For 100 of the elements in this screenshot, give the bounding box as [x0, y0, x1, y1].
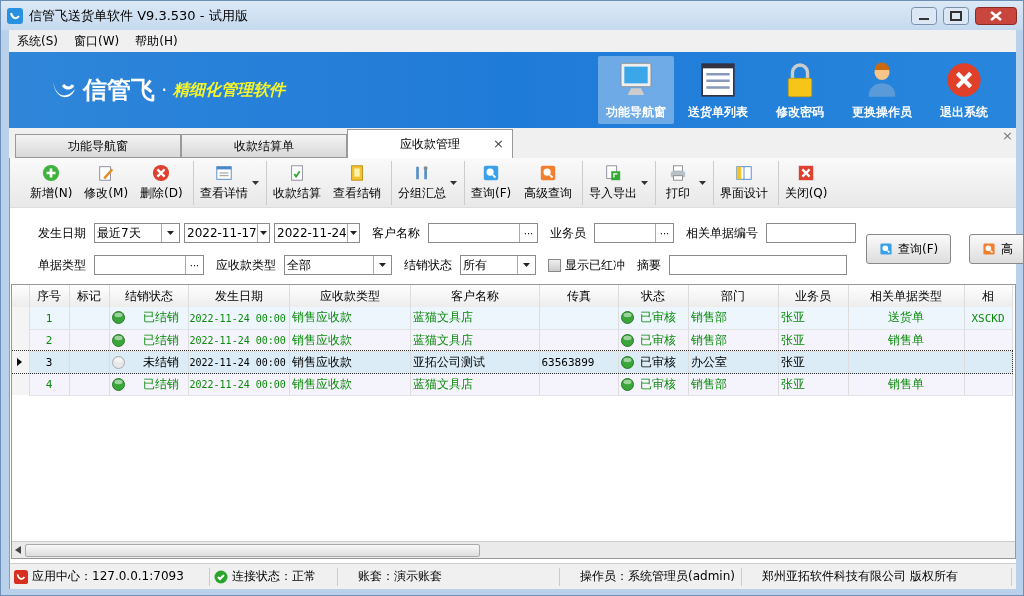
- picker-field[interactable]: ···: [94, 255, 204, 275]
- table-cell: 销售单: [888, 376, 924, 391]
- menu-item[interactable]: 系统(S): [17, 32, 58, 50]
- minimize-button[interactable]: [911, 6, 937, 25]
- column-header[interactable]: 传真: [539, 285, 618, 307]
- table-cell: 送货单: [888, 310, 924, 325]
- caret-icon: [251, 180, 259, 185]
- window-title: 信管飞送货单软件 V9.3.530 - 试用版: [29, 6, 249, 25]
- filter-label: 业务员: [550, 224, 586, 242]
- nav-button[interactable]: 退出系统: [926, 56, 1002, 124]
- status-dot-icon: [620, 333, 634, 347]
- app-logo-icon: [14, 569, 28, 584]
- table-cell: 4: [45, 378, 53, 391]
- dropdown-field[interactable]: 全部: [284, 255, 392, 275]
- checkbox-label: 显示已红冲: [565, 256, 625, 274]
- table-cell: 已结销: [142, 331, 179, 349]
- nav-button[interactable]: 修改密码: [762, 56, 838, 124]
- table-cell: 销售应收款: [291, 310, 352, 325]
- printer-icon: [669, 163, 688, 182]
- dropdown-field[interactable]: 最近7天: [94, 223, 180, 243]
- scrollbar-thumb[interactable]: [25, 543, 480, 557]
- dropdown-field[interactable]: 2022-11-17: [184, 223, 270, 243]
- caret-icon: [259, 231, 267, 235]
- nav-button[interactable]: 更换操作员: [844, 56, 920, 124]
- toolbar-button[interactable]: 收款结算: [265, 160, 327, 205]
- table-cell: 已审核: [639, 331, 676, 349]
- filter-label: 应收款类型: [216, 256, 276, 274]
- toolbar-button[interactable]: 查询(F): [463, 160, 518, 205]
- column-header[interactable]: 发生日期: [188, 285, 289, 307]
- nav-button[interactable]: 送货单列表: [680, 56, 756, 124]
- column-header[interactable]: 相关单据类型: [848, 285, 964, 307]
- table-cell: 销售应收款: [291, 332, 352, 347]
- table-cell: 未结销: [142, 353, 179, 371]
- picker-field[interactable]: ···: [594, 223, 674, 243]
- dropdown-field[interactable]: 所有: [460, 255, 536, 275]
- column-header[interactable]: 序号: [29, 285, 69, 307]
- toolbar-button[interactable]: 查看详情: [192, 160, 262, 205]
- column-header[interactable]: 标记: [69, 285, 109, 307]
- table-cell: 销售应收款: [291, 354, 352, 369]
- panel-close-button[interactable]: ×: [1002, 128, 1013, 143]
- toolbar-button[interactable]: 高级查询: [517, 160, 578, 205]
- input-field[interactable]: [766, 223, 856, 243]
- tab[interactable]: 应收款管理 ×: [347, 129, 513, 158]
- caret-icon: [167, 231, 174, 235]
- picker-field[interactable]: ···: [428, 223, 538, 243]
- toolbar-button[interactable]: 查看结销: [326, 160, 387, 205]
- table-cell: 办公室: [690, 354, 727, 369]
- column-header[interactable]: 客户名称: [410, 285, 539, 307]
- table-cell: 张亚: [780, 354, 805, 369]
- tab[interactable]: 功能导航窗: [15, 134, 181, 158]
- column-header[interactable]: 部门: [688, 285, 778, 307]
- status-dot-icon: [620, 355, 634, 369]
- filter-label: 相关单据编号: [686, 224, 758, 242]
- status-dot-icon: [620, 311, 634, 325]
- toolbar-button[interactable]: 关闭(Q): [777, 160, 834, 205]
- delete-icon: [152, 163, 171, 182]
- status-text: 连接状态：正常: [232, 568, 316, 585]
- brand-name: 信管飞: [83, 75, 155, 106]
- caret-icon: [523, 263, 530, 267]
- table-cell: 2022-11-24 00:00: [189, 357, 286, 368]
- close-button[interactable]: [975, 6, 1017, 25]
- column-header[interactable]: 相: [964, 285, 1012, 307]
- maximize-button[interactable]: [943, 6, 969, 25]
- table-cell: 已审核: [639, 309, 676, 327]
- toolbar-button[interactable]: 导入导出: [581, 160, 651, 205]
- tab-close-button[interactable]: ×: [493, 136, 504, 151]
- input-field[interactable]: [669, 255, 847, 275]
- status-text: 应用中心：127.0.0.1:7093: [32, 568, 184, 585]
- list-icon: [214, 163, 233, 182]
- toolbar-button[interactable]: 删除(D): [134, 160, 189, 205]
- checkbox[interactable]: [548, 258, 561, 272]
- table-cell: XSCKD: [971, 311, 1005, 325]
- column-header[interactable]: 状态: [618, 285, 688, 307]
- toolbar-button[interactable]: 分组汇总: [390, 160, 460, 205]
- caret-icon: [379, 263, 386, 267]
- edit-icon: [97, 163, 116, 182]
- caret-icon: [640, 180, 648, 185]
- table-cell: 销售应收款: [291, 376, 352, 391]
- menu-item[interactable]: 帮助(H): [135, 32, 178, 50]
- column-header[interactable]: 结销状态: [109, 285, 188, 307]
- close-icon: [797, 163, 816, 182]
- table-cell: 销售部: [690, 376, 727, 391]
- toolbar-button[interactable]: 界面设计: [712, 160, 774, 205]
- table-cell: 63563899: [541, 356, 595, 369]
- status-text: 操作员：系统管理员(admin): [580, 568, 735, 585]
- status-dot-icon: [620, 377, 634, 391]
- column-header[interactable]: 应收款类型: [289, 285, 410, 307]
- toolbar-button[interactable]: 新增(N): [24, 160, 79, 205]
- search-icon: [538, 163, 557, 182]
- tab[interactable]: 收款结算单: [181, 134, 347, 158]
- query-button[interactable]: 高: [969, 234, 1023, 264]
- dropdown-field[interactable]: 2022-11-24: [274, 223, 360, 243]
- toolbar-button[interactable]: 打印: [654, 160, 709, 205]
- menu-item[interactable]: 窗口(W): [74, 32, 120, 50]
- column-header[interactable]: 业务员: [778, 285, 848, 307]
- query-button[interactable]: 查询(F): [866, 234, 952, 264]
- search-icon: [982, 242, 997, 256]
- toolbar-button[interactable]: 修改(M): [78, 160, 135, 205]
- row-pointer-icon: [17, 358, 22, 366]
- table-cell: 2022-11-24 00:00: [189, 379, 286, 390]
